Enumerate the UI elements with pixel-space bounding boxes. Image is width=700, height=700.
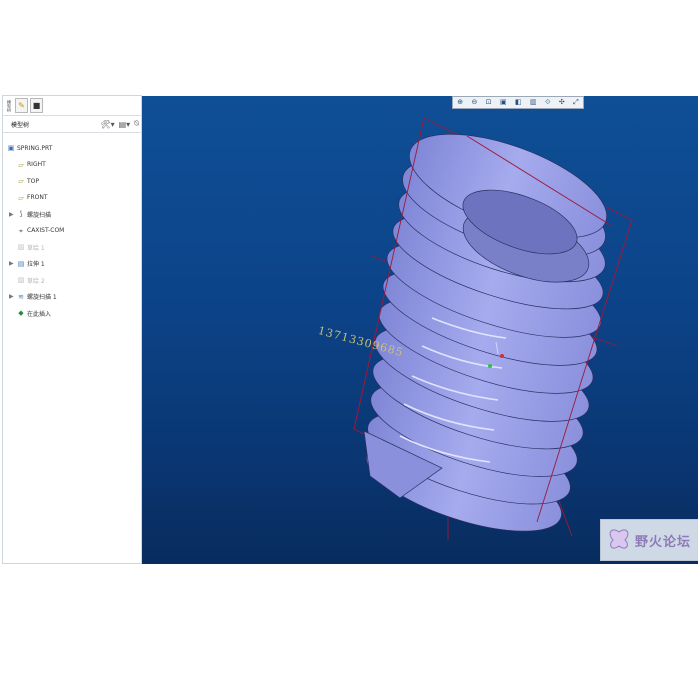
- helical-sweep-icon: ≋: [18, 292, 24, 301]
- zoom-out-icon[interactable]: ⊖: [471, 99, 477, 106]
- sketch-icon: ▨: [17, 276, 25, 285]
- tree-item-top[interactable]: ▱ TOP: [3, 173, 143, 190]
- tree-item-insert-here[interactable]: ◆ 在此插入: [3, 305, 143, 322]
- tree-item-front[interactable]: ▱ FRONT: [3, 190, 143, 207]
- model-tree-title: 模型树: [11, 121, 30, 129]
- tree-item-label: 草绘 1: [27, 244, 45, 252]
- display-style-icon[interactable]: ◧: [515, 99, 522, 106]
- tree-item-sketch-1[interactable]: ▨ 草绘 1: [3, 239, 143, 256]
- view-toolbar: ⊕ ⊖ ⊡ ▣ ◧ ▥ ⟐ ✣ ⤢: [452, 96, 584, 109]
- model-tree-tab[interactable]: 模型树: [5, 97, 13, 115]
- tree-item-label: 螺旋扫描: [27, 211, 52, 219]
- tree-item-sketch-2[interactable]: ▨ 草绘 2: [3, 272, 143, 289]
- annotation-icon[interactable]: ⤢: [573, 99, 579, 106]
- forum-logo-text: 野火论坛: [635, 534, 692, 550]
- tree-item-label: 螺旋扫描 1: [27, 294, 57, 302]
- butterfly-logo-icon: [609, 529, 629, 549]
- datum-plane-icon: ▱: [18, 177, 24, 186]
- model-tree-header: 模型树 🛠▾ ▤▾ ⍉: [3, 116, 143, 133]
- spring-coils: [363, 133, 608, 532]
- navigator-tab-strip: 模型树 ✎ ■: [3, 96, 143, 116]
- tree-item-label: 草绘 2: [27, 277, 45, 285]
- saved-views-icon[interactable]: ▥: [530, 99, 537, 106]
- repaint-icon[interactable]: ▣: [500, 99, 507, 106]
- zoom-in-icon[interactable]: ⊕: [457, 99, 463, 106]
- extrude-icon: ▤: [17, 259, 25, 268]
- spin-center-icon[interactable]: ✣: [559, 99, 565, 106]
- coordinate-system-icon: ⌖: [19, 226, 23, 235]
- tree-item-label: FRONT: [27, 194, 48, 202]
- forum-logo: 野火论坛: [600, 519, 698, 561]
- tree-item-label: CAXIST-COM: [27, 227, 65, 235]
- tree-item-helical-sweep[interactable]: ▶ ⟆ 螺旋扫描: [3, 206, 143, 223]
- refit-icon[interactable]: ⊡: [486, 99, 492, 106]
- expand-arrow-icon[interactable]: ▶: [9, 211, 14, 218]
- tree-item-label: TOP: [27, 177, 40, 185]
- tree-item-label: 在此插入: [27, 310, 52, 318]
- tree-item-label: 拉伸 1: [27, 261, 45, 269]
- tree-item-helical-sweep-1[interactable]: ▶ ≋ 螺旋扫描 1: [3, 289, 143, 306]
- helical-sweep-icon: ⟆: [19, 210, 23, 219]
- tree-show-icon[interactable]: ▤▾: [119, 120, 131, 129]
- expand-arrow-icon[interactable]: ▶: [9, 260, 14, 267]
- tree-item-caxist-com[interactable]: ⌖ CAXIST-COM: [3, 223, 143, 240]
- tree-filter-icon[interactable]: ⍉: [134, 119, 139, 129]
- model-tree-tab-label: 模型树: [7, 99, 12, 112]
- sketch-icon: ▨: [17, 243, 25, 252]
- tree-item-extrude-1[interactable]: ▶ ▤ 拉伸 1: [3, 256, 143, 273]
- datum-plane-icon: ▱: [18, 193, 24, 202]
- navigator-panel: 模型树 ✎ ■ 模型树 🛠▾ ▤▾ ⍉ ▣ SPRING.PRT ▱ RIGHT: [2, 95, 143, 564]
- model-tree: ▣ SPRING.PRT ▱ RIGHT ▱ TOP ▱ FRONT ▶ ⟆ 螺…: [3, 140, 143, 322]
- app-window: 模型树 ✎ ■ 模型树 🛠▾ ▤▾ ⍉ ▣ SPRING.PRT ▱ RIGHT: [0, 95, 700, 565]
- folder-browser-tab[interactable]: ✎: [15, 98, 28, 113]
- datum-display-icon[interactable]: ⟐: [545, 99, 551, 106]
- graphics-window[interactable]: ⊕ ⊖ ⊡ ▣ ◧ ▥ ⟐ ✣ ⤢ 13713309685 野火论坛: [142, 96, 698, 564]
- tree-item-spring-prt[interactable]: ▣ SPRING.PRT: [3, 140, 143, 157]
- tree-settings-icon[interactable]: 🛠▾: [100, 120, 114, 129]
- spring-model[interactable]: [142, 96, 698, 564]
- tree-item-right[interactable]: ▱ RIGHT: [3, 157, 143, 174]
- insert-here-icon: ◆: [18, 309, 24, 318]
- datum-plane-icon: ▱: [18, 160, 24, 169]
- favorites-tab[interactable]: ■: [30, 98, 43, 113]
- folder-icon: ✎: [18, 101, 25, 110]
- tree-item-label: SPRING.PRT: [17, 144, 53, 152]
- favorites-icon: ■: [32, 101, 41, 110]
- expand-arrow-icon[interactable]: ▶: [9, 293, 14, 300]
- tree-item-label: RIGHT: [27, 161, 46, 169]
- part-icon: ▣: [7, 144, 15, 153]
